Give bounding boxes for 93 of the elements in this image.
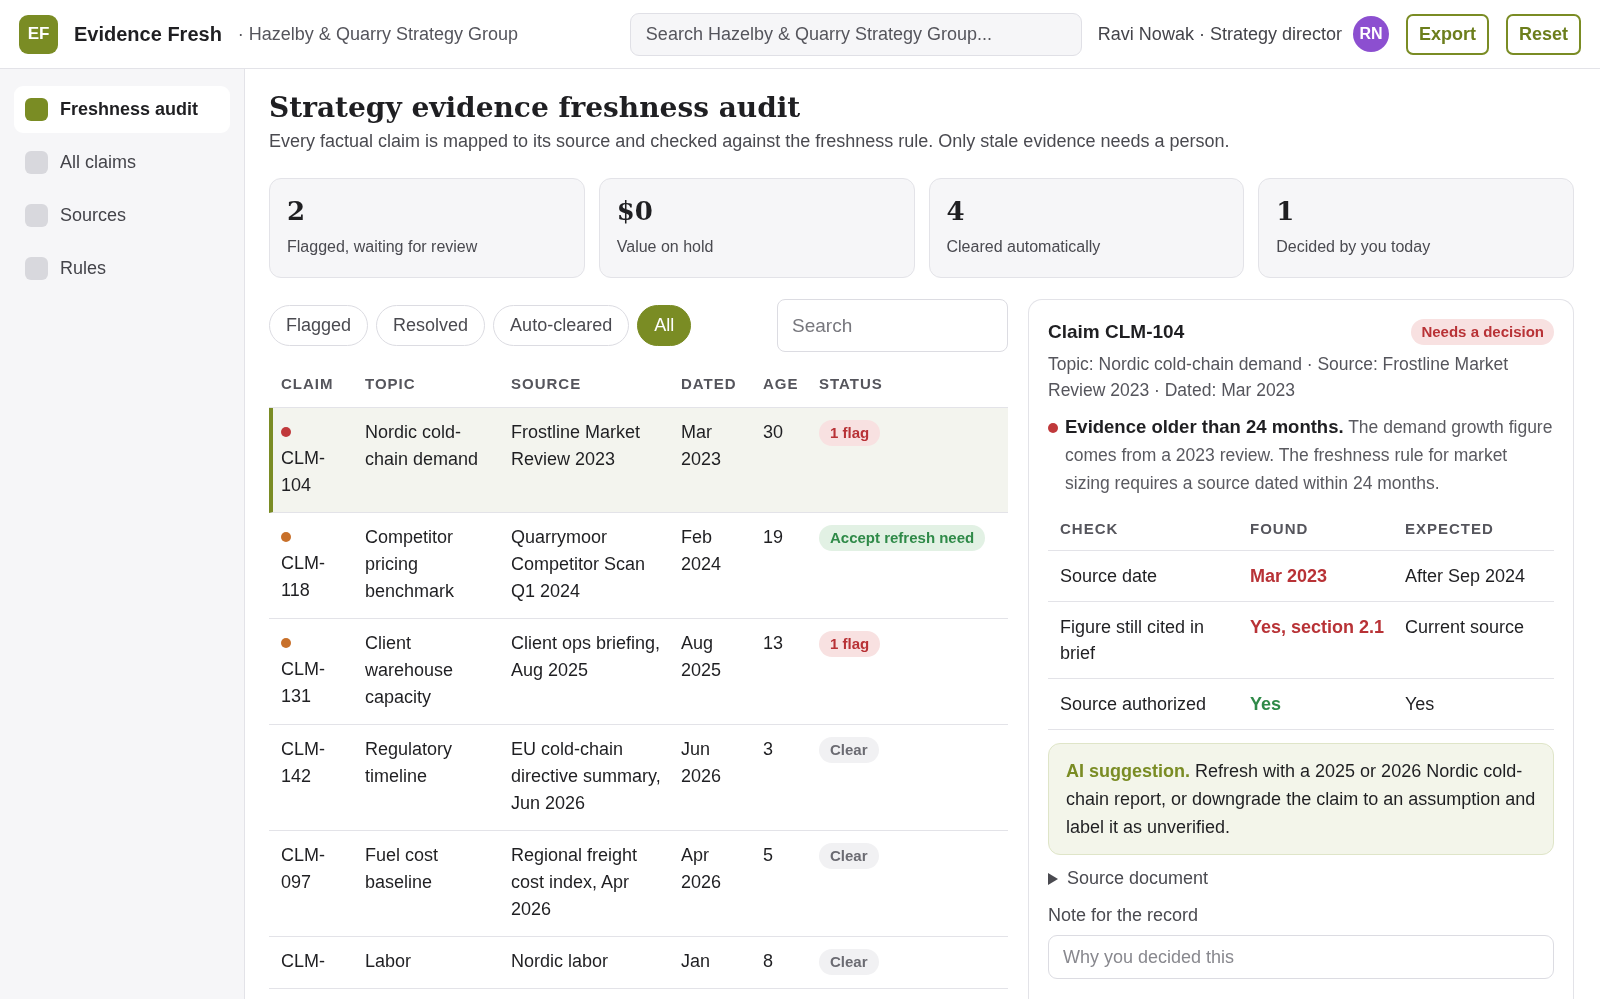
- page-subtitle: Every factual claim is mapped to its source and checked against the freshness rule. Only stale evidence needs a person.: [269, 130, 1231, 153]
- status-badge: Clear: [819, 949, 879, 975]
- decision-badge: Needs a decision: [1411, 319, 1554, 345]
- table-cell-text: Regional freight cost index, Apr 2026: [511, 844, 639, 921]
- stat-value: 1: [1276, 195, 1296, 227]
- table-row[interactable]: CLM-104 Nordic cold-chain demand Frostline Market Review 2023 Mar 2023 30 1 flag: [269, 408, 1008, 513]
- user-label: Ravi Nowak · Strategy director: [1097, 22, 1342, 46]
- table-cell-text: Mar 2023: [1250, 565, 1329, 588]
- filter-chip[interactable]: All: [637, 305, 692, 346]
- status-badge: 1 flag: [819, 420, 881, 446]
- table-cell-text: Yes: [1250, 693, 1283, 716]
- table-cell-text: Yes: [1405, 693, 1436, 716]
- table-cell-text: CLM-104: [281, 447, 326, 497]
- table-cell-text: CLM-142: [281, 738, 326, 788]
- table-cell-text: Feb 2024: [681, 526, 723, 576]
- table-cell-text: After Sep 2024: [1405, 565, 1527, 588]
- finding-text: Evidence older than 24 months. The demand growth figure comes from a 2023 review. The freshness rule for market sizing requires a source dated within 24 months.: [1065, 415, 1554, 495]
- table-cell-text: Source date: [1060, 565, 1159, 588]
- table-cell-text: 5: [763, 844, 774, 867]
- table-cell-text: EU cold-chain directive summary, Jun 2026: [511, 738, 662, 815]
- table-cell-text: Mar 2023: [681, 421, 723, 471]
- sidebar-item[interactable]: Rules: [14, 245, 230, 292]
- table-cell-text: CLM-118: [281, 552, 326, 602]
- column-header: SOURCE: [511, 374, 582, 395]
- table-row[interactable]: CLM-131 Client warehouse capacity Client ops briefing, Aug 2025 Aug 2025 13 1 flag: [269, 619, 1008, 725]
- table-cell-text: Jun 2026: [681, 738, 723, 788]
- table-cell-text: Fuel cost baseline: [365, 844, 440, 894]
- page-title: Strategy evidence freshness audit: [269, 90, 802, 126]
- sidebar-item[interactable]: Sources: [14, 192, 230, 239]
- table-cell-text: CLM-097: [281, 844, 326, 894]
- table-cell-text: Nordic labor: [511, 950, 610, 973]
- table-row[interactable]: CLM- Labor Nordic labor Jan 8 Clear: [269, 937, 1008, 989]
- table-cell-text: Labor: [365, 950, 413, 973]
- table-row[interactable]: CLM-118 Competitor pricing benchmark Quarrymoor Competitor Scan Q1 2024 Feb 2024 19 Accept refresh need: [269, 513, 1008, 619]
- ai-suggestion: AI suggestion. Refresh with a 2025 or 2026 Nordic cold-chain report, or downgrade the claim to an assumption and label it as unverified.: [1048, 743, 1554, 855]
- table-cell-text: 8: [763, 950, 774, 973]
- app-name: Evidence Fresh: [74, 22, 222, 47]
- table-cell-text: Yes, section 2.1: [1250, 616, 1386, 639]
- note-field[interactable]: Why you decided this: [1048, 935, 1554, 979]
- stat-label: Flagged, waiting for review: [287, 237, 479, 257]
- table-cell-text: 13: [763, 632, 785, 655]
- stat-label: Decided by you today: [1276, 237, 1432, 257]
- column-header: FOUND: [1250, 519, 1309, 540]
- table-cell-text: 3: [763, 738, 774, 761]
- column-header: CLAIM: [281, 374, 334, 395]
- column-header: DATED: [681, 374, 737, 395]
- user-avatar[interactable]: RN: [1352, 16, 1389, 52]
- caret-icon: [1048, 872, 1058, 885]
- export-button[interactable]: Export: [1405, 13, 1489, 55]
- stat-label: Cleared automatically: [946, 237, 1102, 257]
- table-cell-text: Aug 2025: [681, 632, 723, 682]
- table-cell-text: CLM-131: [281, 658, 326, 708]
- claim-meta: Topic: Nordic cold-chain demand · Source: Frostline Market Review 2023 · Dated: Mar 2023: [1048, 353, 1510, 402]
- status-badge: 1 flag: [819, 631, 881, 657]
- stat-value: 4: [946, 195, 966, 227]
- table-cell-text: Client ops briefing, Aug 2025: [511, 632, 662, 682]
- column-header: EXPECTED: [1405, 519, 1494, 540]
- sidebar-item[interactable]: Freshness audit: [14, 86, 230, 133]
- column-header: CHECK: [1060, 519, 1119, 540]
- table-cell-text: Nordic cold-chain demand: [365, 421, 480, 471]
- stat-value: 2: [287, 195, 307, 227]
- table-cell-text: Current source: [1405, 616, 1526, 639]
- table-row[interactable]: CLM-097 Fuel cost baseline Regional freight cost index, Apr 2026 Apr 2026 5 Clear: [269, 831, 1008, 937]
- table-row[interactable]: CLM-142 Regulatory timeline EU cold-chain directive summary, Jun 2026 Jun 2026 3 Clear: [269, 725, 1008, 831]
- table-cell-text: Quarrymoor Competitor Scan Q1 2024: [511, 526, 647, 603]
- table-cell-text: CLM-: [281, 950, 326, 973]
- table-cell-text: Figure still cited in brief: [1060, 616, 1206, 665]
- reset-button[interactable]: Reset: [1505, 13, 1581, 55]
- source-document-toggle[interactable]: Source document: [1048, 865, 1209, 892]
- table-search-field[interactable]: Search: [777, 299, 1008, 352]
- table-cell-text: Regulatory timeline: [365, 738, 454, 788]
- table-cell-text: Competitor pricing benchmark: [365, 526, 456, 603]
- claim-title: Claim CLM-104: [1048, 320, 1185, 344]
- note-label: Note for the record: [1048, 904, 1200, 927]
- column-header: STATUS: [819, 374, 883, 395]
- status-badge: Accept refresh need: [819, 525, 986, 551]
- table-cell-text: Jan: [681, 950, 712, 973]
- app-logo: EF: [19, 14, 58, 54]
- table-cell-text: Apr 2026: [681, 844, 723, 894]
- column-header: TOPIC: [365, 374, 416, 395]
- status-badge: Clear: [819, 843, 879, 869]
- table-cell-text: Client warehouse capacity: [365, 632, 455, 709]
- table-cell-text: Source authorized: [1060, 693, 1208, 716]
- table-cell-text: Frostline Market Review 2023: [511, 421, 642, 471]
- org-name: · Hazelby & Quarry Strategy Group: [237, 22, 518, 46]
- status-badge: Clear: [819, 737, 879, 763]
- column-header: AGE: [763, 374, 799, 395]
- table-cell-text: 30: [763, 421, 785, 444]
- search-field[interactable]: Search Hazelby & Quarry Strategy Group...: [629, 12, 1082, 56]
- stat-value: $0: [616, 195, 654, 227]
- sidebar-item[interactable]: All claims: [14, 139, 230, 186]
- stat-label: Value on hold: [616, 237, 715, 257]
- table-cell-text: 19: [763, 526, 785, 549]
